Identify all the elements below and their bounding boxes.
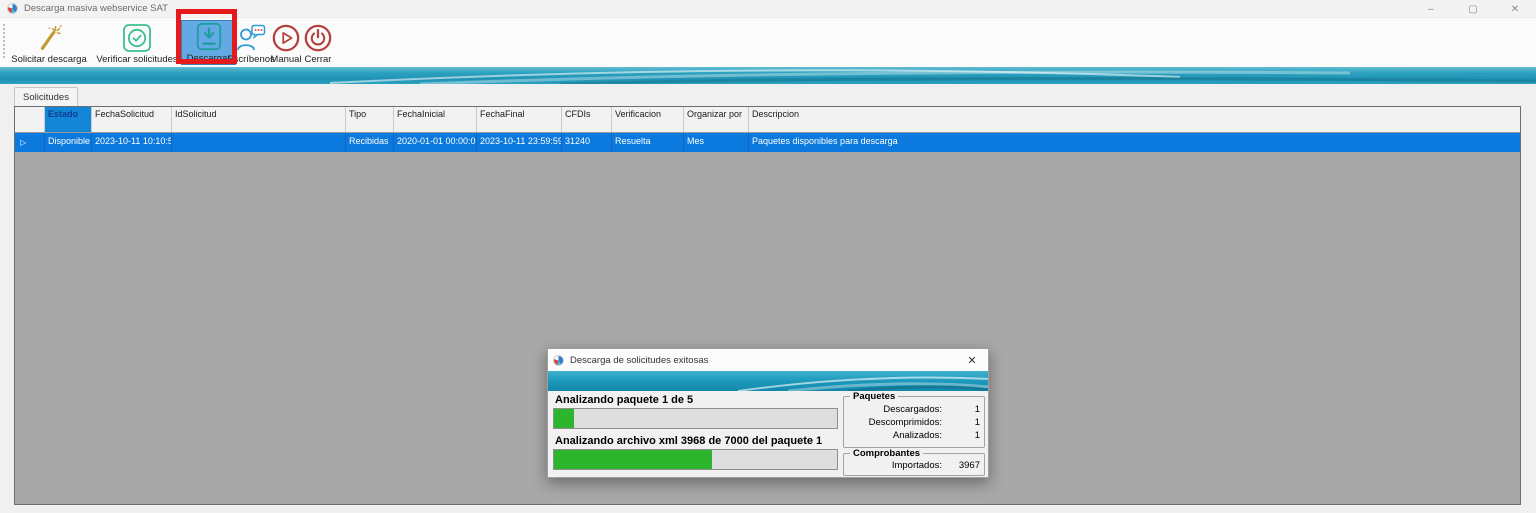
comprobantes-groupbox: Comprobantes Importados: 3967 (843, 453, 985, 476)
cell-tipo: Recibidas (346, 133, 394, 152)
column-header-organizar-por[interactable]: Organizar por (684, 107, 749, 132)
progress1-bar (553, 408, 838, 429)
manual-button[interactable]: Manual (270, 20, 302, 65)
list-item: Descargados: 1 (848, 403, 980, 416)
column-header-selector[interactable] (15, 107, 45, 132)
column-header-tipo[interactable]: Tipo (346, 107, 394, 132)
descargados-label: Descargados: (883, 404, 942, 415)
button-label: Manual (270, 54, 301, 65)
cell-fechafinal: 2023-10-11 23:59:59 (477, 133, 562, 152)
button-label: Escríbenos (227, 54, 275, 65)
dialog-content: Analizando paquete 1 de 5 Analizando arc… (548, 391, 988, 477)
toolbar: Solicitar descarga Verificar solicitudes… (0, 18, 1536, 67)
dialog-wave-banner (548, 371, 988, 391)
window-controls: – ▢ ✕ (1410, 0, 1536, 18)
escribenos-button[interactable]: Escríbenos (228, 20, 274, 65)
cell-cfdis: 31240 (562, 133, 612, 152)
toolbar-grip (3, 24, 5, 60)
power-icon (303, 21, 333, 54)
progress1-label: Analizando paquete 1 de 5 (555, 394, 693, 406)
cell-verificacion: Resuelta (612, 133, 684, 152)
maximize-button[interactable]: ▢ (1452, 0, 1494, 18)
app-icon (553, 355, 564, 366)
progress2-fill (554, 450, 712, 469)
titlebar: Descarga masiva webservice SAT – ▢ ✕ (0, 0, 1536, 18)
cell-idsolicitud (172, 133, 346, 152)
row-selector-arrow-icon: ▷ (18, 138, 26, 147)
column-header-verificacion[interactable]: Verificacion (612, 107, 684, 132)
dialog-close-button[interactable]: ✕ (964, 352, 980, 368)
tab-solicitudes[interactable]: Solicitudes (14, 87, 78, 106)
grid-header-row: Estado FechaSolicitud IdSolicitud Tipo F… (15, 107, 1520, 133)
verificar-solicitudes-button[interactable]: Verificar solicitudes (94, 20, 180, 65)
play-circle-icon (271, 21, 301, 54)
column-header-fechasolicitud[interactable]: FechaSolicitud (92, 107, 172, 132)
button-label: Descargar (187, 53, 231, 64)
wave-banner (0, 67, 1536, 84)
button-label: Verificar solicitudes (96, 54, 177, 65)
cell-organizar-por: Mes (684, 133, 749, 152)
descarga-dialog: Descarga de solicitudes exitosas ✕ Anali… (547, 348, 989, 478)
importados-value: 3967 (942, 460, 980, 471)
table-row[interactable]: ▷ Disponible 2023-10-11 10:10:59 Recibid… (15, 133, 1520, 152)
cell-estado: Disponible (45, 133, 92, 152)
cell-descripcion: Paquetes disponibles para descarga (749, 133, 1520, 152)
cell-fechasolicitud: 2023-10-11 10:10:59 (92, 133, 172, 152)
cerrar-button[interactable]: Cerrar (302, 20, 334, 65)
button-label: Cerrar (305, 54, 332, 65)
column-header-fechafinal[interactable]: FechaFinal (477, 107, 562, 132)
comprobantes-groupbox-title: Comprobantes (850, 448, 923, 459)
paquetes-groupbox: Paquetes Descargados: 1 Descomprimidos: … (843, 396, 985, 448)
close-button[interactable]: ✕ (1494, 0, 1536, 18)
progress2-bar (553, 449, 838, 470)
button-label: Solicitar descarga (11, 54, 87, 65)
list-item: Descomprimidos: 1 (848, 416, 980, 429)
column-header-idsolicitud[interactable]: IdSolicitud (172, 107, 346, 132)
window-title: Descarga masiva webservice SAT (24, 3, 168, 14)
analizados-value: 1 (942, 430, 980, 441)
app-icon (7, 3, 18, 14)
importados-label: Importados: (892, 460, 942, 471)
column-header-descripcion[interactable]: Descripcion (749, 107, 1520, 132)
descargados-value: 1 (942, 404, 980, 415)
person-chat-icon (235, 21, 267, 54)
list-item: Analizados: 1 (848, 429, 980, 442)
progress1-fill (554, 409, 574, 428)
tab-label: Solicitudes (23, 92, 69, 103)
descomprimidos-value: 1 (942, 417, 980, 428)
minimize-button[interactable]: – (1410, 0, 1452, 18)
column-header-estado[interactable]: Estado (45, 107, 92, 132)
list-item: Importados: 3967 (848, 459, 980, 472)
descomprimidos-label: Descomprimidos: (869, 417, 942, 428)
download-icon (194, 21, 224, 53)
row-selector-cell: ▷ (15, 133, 45, 152)
solicitar-descarga-button[interactable]: Solicitar descarga (6, 20, 92, 65)
progress2-label: Analizando archivo xml 3968 de 7000 del … (555, 435, 822, 447)
paquetes-groupbox-title: Paquetes (850, 391, 898, 402)
analizados-label: Analizados: (893, 430, 942, 441)
column-header-fechainicial[interactable]: FechaInicial (394, 107, 477, 132)
column-header-cfdis[interactable]: CFDIs (562, 107, 612, 132)
dialog-titlebar: Descarga de solicitudes exitosas ✕ (548, 349, 988, 371)
dialog-title: Descarga de solicitudes exitosas (570, 355, 708, 366)
check-circle-icon (121, 21, 153, 54)
cell-fechainicial: 2020-01-01 00:00:00 (394, 133, 477, 152)
magic-wand-icon (34, 21, 64, 54)
